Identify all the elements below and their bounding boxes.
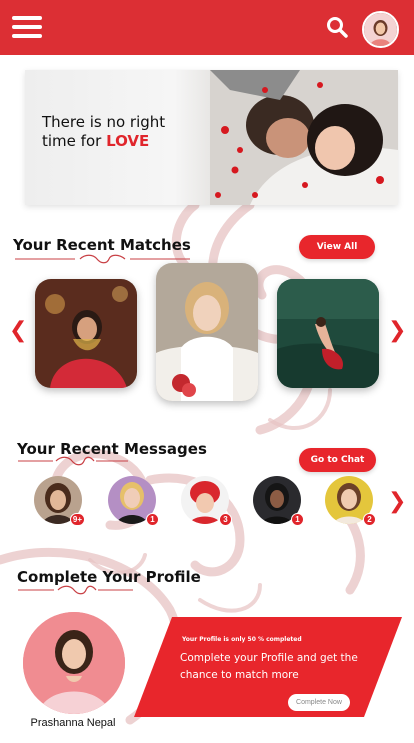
top-app-bar [0,0,414,55]
complete-now-button[interactable]: Complete Now [288,694,350,711]
message-contact-avatar[interactable]: 3 [181,476,232,526]
banner-love-word: LOVE [106,132,150,150]
unread-count-badge: 1 [291,513,304,526]
match-card[interactable] [156,263,258,401]
love-banner[interactable]: There is no right time for LOVE [25,70,398,205]
profile-name: Prashanna Nepal [30,717,116,729]
message-contact-avatar[interactable]: 9+ [34,476,85,526]
profile-completion-prompt: Complete your Profile and get the chance… [180,652,358,681]
match-photo [156,263,258,401]
match-card[interactable] [35,279,137,388]
banner-line-2: time for [42,132,107,150]
match-photo [35,279,137,388]
matches-next-arrow-icon[interactable]: ❯ [388,318,406,343]
couple-photo [210,70,398,205]
match-card[interactable] [277,279,379,388]
complete-profile-title: Complete Your Profile [17,568,201,586]
profile-photo[interactable] [23,612,125,714]
banner-tagline: There is no right time for LOVE [42,113,202,151]
hamburger-menu-icon[interactable] [12,13,42,41]
title-ornament [18,456,128,466]
search-icon[interactable] [326,16,348,38]
profile-completion-status: Your Profile is only 50 % completed [182,636,302,643]
message-contact-avatar[interactable]: 1 [108,476,159,526]
unread-count-badge: 2 [363,513,376,526]
user-avatar[interactable] [362,11,399,48]
match-photo [277,279,379,388]
view-all-button[interactable]: View All [299,235,375,259]
unread-count-badge: 1 [146,513,159,526]
unread-count-badge: 3 [219,513,232,526]
title-ornament [15,254,190,264]
title-ornament [18,585,133,595]
banner-line-1: There is no right [42,113,166,131]
matches-prev-arrow-icon[interactable]: ❮ [9,318,27,343]
go-to-chat-button[interactable]: Go to Chat [299,448,376,472]
message-contact-avatar[interactable]: 2 [325,476,376,526]
messages-next-arrow-icon[interactable]: ❯ [388,489,406,514]
message-contact-avatar[interactable]: 1 [253,476,304,526]
unread-count-badge: 9+ [69,513,85,526]
recent-matches-title: Your Recent Matches [13,236,191,254]
